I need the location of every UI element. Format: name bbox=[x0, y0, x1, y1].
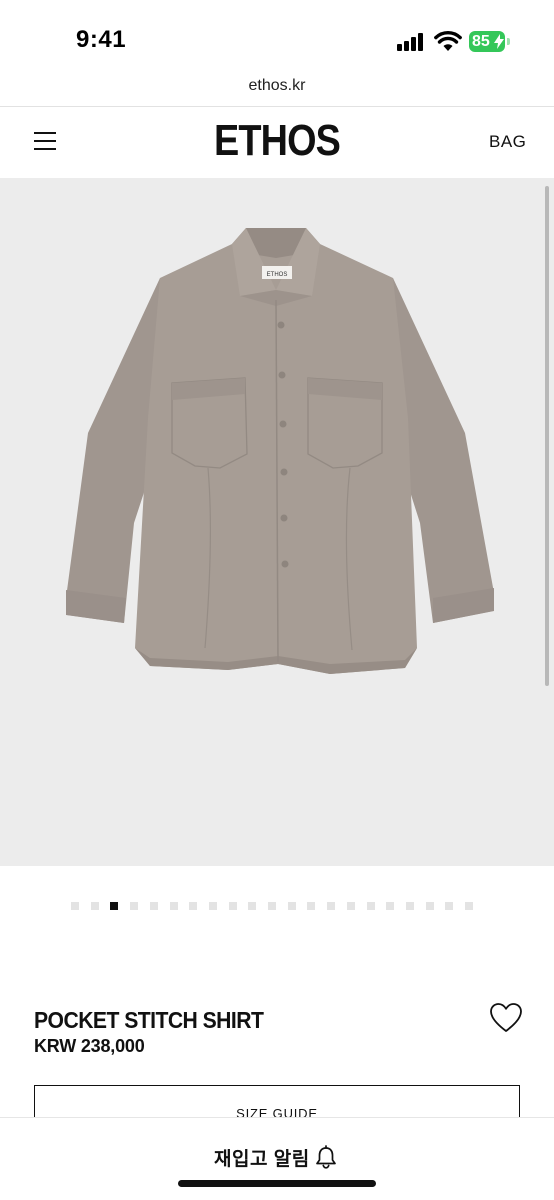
site-header: ETHOS BAG bbox=[0, 108, 554, 178]
status-time: 9:41 bbox=[76, 26, 127, 53]
page-scrollbar[interactable] bbox=[545, 186, 549, 686]
battery-charging-icon: 85 bbox=[469, 31, 505, 52]
pagination-dot[interactable] bbox=[405, 902, 414, 910]
pagination-dot[interactable] bbox=[71, 902, 79, 910]
pagination-dot[interactable] bbox=[110, 902, 119, 910]
restock-notification-bar[interactable]: 재입고 알림 bbox=[0, 1117, 554, 1200]
product-price: KRW 238,000 bbox=[34, 1036, 145, 1056]
cellular-signal-icon bbox=[397, 33, 427, 51]
status-bar: 9:41 85 bbox=[0, 0, 554, 70]
pagination-dot[interactable] bbox=[90, 902, 99, 910]
pagination-dot[interactable] bbox=[169, 902, 178, 910]
bell-icon[interactable] bbox=[315, 1145, 337, 1169]
pagination-dot[interactable] bbox=[386, 902, 395, 910]
pagination-dot[interactable] bbox=[130, 902, 139, 910]
pagination-dot[interactable] bbox=[287, 902, 296, 910]
pagination-dot[interactable] bbox=[465, 902, 473, 910]
bag-link[interactable]: BAG bbox=[489, 132, 526, 152]
gray-pocket-shirt-image: ETHOS bbox=[66, 228, 494, 674]
pagination-dot[interactable] bbox=[425, 902, 434, 910]
pagination-dot[interactable] bbox=[327, 902, 336, 910]
url-text[interactable]: ethos.kr bbox=[0, 77, 554, 95]
restock-alert-button[interactable]: 재입고 알림 bbox=[214, 1144, 310, 1171]
pagination-dot[interactable] bbox=[445, 902, 454, 910]
pagination-dot[interactable] bbox=[366, 902, 375, 910]
browser-url-bar[interactable]: ethos.kr bbox=[0, 70, 554, 107]
site-logo[interactable]: ETHOS bbox=[39, 116, 515, 166]
wifi-icon bbox=[434, 30, 462, 51]
pagination-dot[interactable] bbox=[268, 902, 276, 910]
shirt-tag: ETHOS bbox=[267, 272, 288, 278]
pagination-dot[interactable] bbox=[149, 902, 158, 910]
pagination-dot[interactable] bbox=[189, 902, 198, 910]
pagination-dot[interactable] bbox=[208, 902, 217, 910]
battery-cap bbox=[507, 38, 510, 45]
pagination-dot[interactable] bbox=[248, 902, 257, 910]
home-indicator bbox=[178, 1180, 376, 1187]
pagination-dot[interactable] bbox=[346, 902, 355, 910]
product-image-carousel[interactable]: ETHOS bbox=[0, 178, 554, 866]
heart-icon[interactable] bbox=[489, 1002, 523, 1034]
pagination-dot[interactable] bbox=[307, 902, 316, 910]
product-name: POCKET STITCH SHIRT bbox=[34, 1007, 264, 1033]
pagination-dot[interactable] bbox=[228, 902, 237, 910]
